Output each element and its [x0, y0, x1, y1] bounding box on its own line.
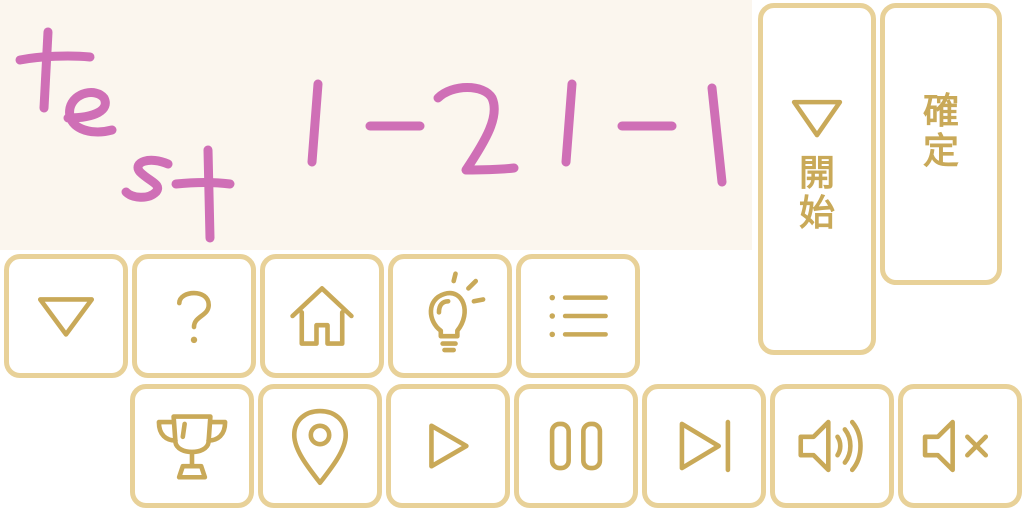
trophy-button[interactable]: [130, 384, 254, 508]
start-char-2: 始: [798, 193, 835, 234]
list-button[interactable]: [516, 254, 640, 378]
skip-next-icon: [679, 419, 731, 473]
volume-icon: [798, 419, 863, 473]
volume-button[interactable]: [770, 384, 894, 508]
lightbulb-icon: [428, 271, 486, 353]
start-char-1: 開: [798, 153, 835, 194]
list-icon: [549, 294, 608, 338]
pause-icon: [549, 421, 603, 471]
map-pin-icon: [291, 408, 349, 486]
triangle-button[interactable]: [4, 254, 128, 378]
skip-button[interactable]: [642, 384, 766, 508]
pause-button[interactable]: [514, 384, 638, 508]
handwritten-text: [15, 27, 727, 243]
home-button[interactable]: [260, 254, 384, 378]
hint-button[interactable]: [388, 254, 512, 378]
mute-icon: [922, 419, 989, 473]
trophy-icon: [156, 414, 228, 480]
confirm-char-1: 確: [922, 91, 959, 132]
start-button[interactable]: 開 始: [758, 3, 876, 355]
play-icon: [429, 423, 469, 469]
confirm-button[interactable]: 確 定: [880, 3, 1002, 285]
confirm-char-2: 定: [922, 131, 959, 172]
play-button[interactable]: [386, 384, 510, 508]
mute-button[interactable]: [898, 384, 1022, 508]
home-icon: [290, 286, 354, 346]
location-button[interactable]: [258, 384, 382, 508]
triangle-down-icon: [37, 297, 95, 337]
help-button[interactable]: [132, 254, 256, 378]
question-icon: [176, 290, 212, 344]
